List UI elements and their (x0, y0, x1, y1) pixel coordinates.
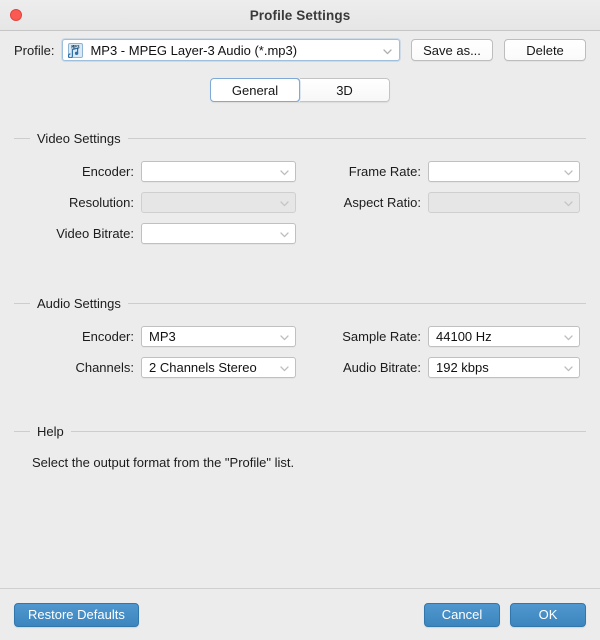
aspect-ratio-select[interactable] (428, 192, 580, 213)
audio-bitrate-label: Audio Bitrate: (342, 360, 421, 375)
audio-bitrate-select[interactable]: 192 kbps (428, 357, 580, 378)
audio-row-encoder: Encoder: MP3 Sample Rate: 44100 Hz (14, 321, 586, 352)
chevron-down-icon (279, 362, 290, 373)
channels-value: 2 Channels Stereo (149, 360, 257, 375)
video-row-bitrate: Video Bitrate: (14, 218, 586, 249)
audio-encoder-select[interactable]: MP3 (141, 326, 296, 347)
aspect-ratio-label: Aspect Ratio: (343, 195, 421, 210)
cancel-button[interactable]: Cancel (424, 602, 500, 627)
chevron-down-icon (563, 331, 574, 342)
video-row-resolution: Resolution: Aspect Ratio: (14, 187, 586, 218)
chevron-down-icon (279, 166, 290, 177)
resolution-select[interactable] (141, 192, 296, 213)
restore-defaults-button[interactable]: Restore Defaults (14, 602, 139, 627)
help-text: Select the output format from the "Profi… (32, 455, 295, 470)
save-as-button[interactable]: Save as... (411, 39, 493, 61)
sample-rate-select[interactable]: 44100 Hz (428, 326, 580, 347)
video-row-encoder: Encoder: Frame Rate: (14, 156, 586, 187)
video-settings-header: Video Settings (14, 130, 586, 146)
profile-label: Profile: (14, 42, 55, 58)
video-bitrate-select[interactable] (141, 223, 296, 244)
tab-general[interactable]: General (210, 78, 300, 102)
frame-rate-select[interactable] (428, 161, 580, 182)
tab-3d[interactable]: 3D (300, 78, 390, 102)
chevron-down-icon (563, 362, 574, 373)
chevron-down-icon (563, 166, 574, 177)
audio-encoder-label: Encoder: (81, 329, 134, 344)
video-settings-group: Video Settings Encoder: Frame Rate: Reso… (14, 130, 586, 249)
video-encoder-label: Encoder: (81, 164, 134, 179)
chevron-down-icon (382, 45, 393, 56)
dialog-footer: Restore Defaults Cancel OK (0, 588, 600, 640)
video-encoder-select[interactable] (141, 161, 296, 182)
profile-bar: Profile: MP3 MP3 - MPEG Layer-3 Audio (*… (0, 31, 600, 69)
video-settings-title: Video Settings (37, 130, 121, 146)
audio-settings-header: Audio Settings (14, 295, 586, 311)
tab-bar: General 3D (0, 78, 600, 102)
svg-text:MP3: MP3 (72, 44, 81, 50)
mp3-file-icon: MP3 (68, 42, 84, 59)
chevron-down-icon (563, 197, 574, 208)
audio-encoder-value: MP3 (149, 329, 176, 344)
help-group: Help Select the output format from the "… (14, 423, 586, 470)
help-title: Help (37, 423, 64, 439)
sample-rate-label: Sample Rate: (342, 329, 421, 344)
video-bitrate-label: Video Bitrate: (56, 226, 134, 241)
channels-label: Channels: (75, 360, 134, 375)
channels-select[interactable]: 2 Channels Stereo (141, 357, 296, 378)
resolution-label: Resolution: (68, 195, 134, 210)
ok-button[interactable]: OK (510, 602, 586, 627)
audio-settings-title: Audio Settings (37, 295, 121, 311)
audio-settings-group: Audio Settings Encoder: MP3 Sample Rate:… (14, 295, 586, 383)
audio-row-channels: Channels: 2 Channels Stereo Audio Bitrat… (14, 352, 586, 383)
chevron-down-icon (279, 197, 290, 208)
chevron-down-icon (279, 331, 290, 342)
sample-rate-value: 44100 Hz (436, 329, 492, 344)
profile-select[interactable]: MP3 MP3 - MPEG Layer-3 Audio (*.mp3) (62, 39, 400, 61)
profile-select-value: MP3 - MPEG Layer-3 Audio (*.mp3) (90, 42, 298, 58)
window-titlebar: Profile Settings (0, 0, 600, 31)
close-icon[interactable] (10, 9, 22, 21)
chevron-down-icon (279, 228, 290, 239)
help-header: Help (14, 423, 586, 439)
page-title: Profile Settings (249, 7, 351, 23)
delete-button[interactable]: Delete (504, 39, 586, 61)
frame-rate-label: Frame Rate: (348, 164, 421, 179)
audio-bitrate-value: 192 kbps (436, 360, 489, 375)
